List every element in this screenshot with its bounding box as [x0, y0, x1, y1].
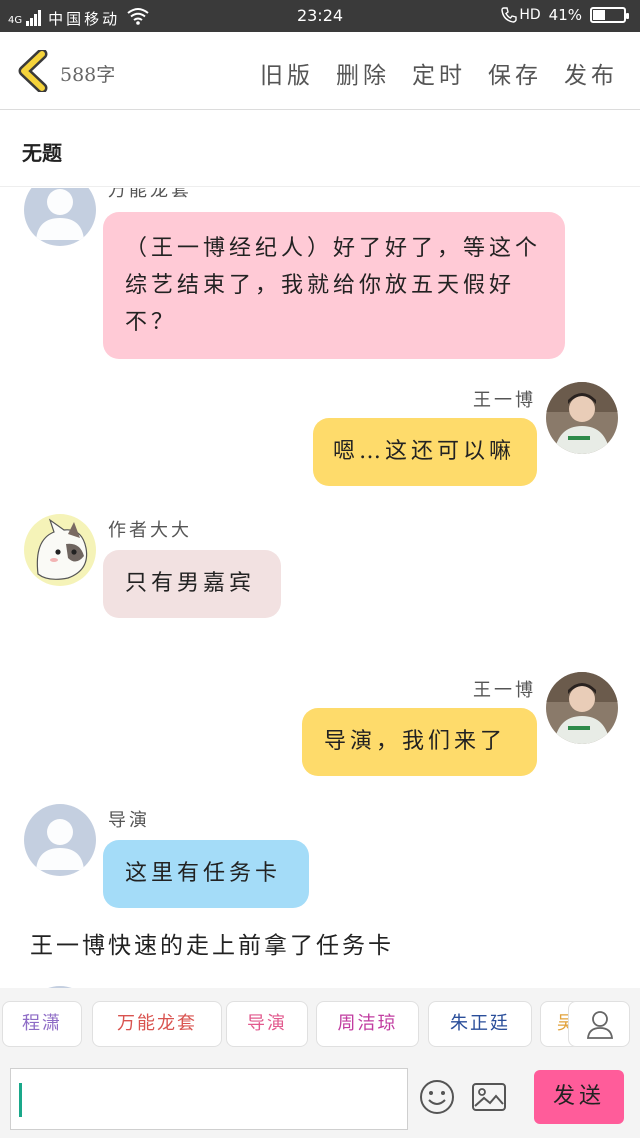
character-name: 周洁琼: [337, 1013, 398, 1034]
old-version-button[interactable]: 旧版: [260, 56, 314, 90]
message-text: （王一博经纪人）好了好了，等这个综艺结束了，我就给你放五天假好不？: [125, 236, 542, 335]
person-silhouette-icon: [36, 189, 84, 240]
chat-area[interactable]: 万能龙套 （王一博经纪人）好了好了，等这个综艺结束了，我就给你放五天假好不？ 王…: [0, 188, 640, 988]
speaker-name: 导演: [108, 810, 150, 831]
message-bubble[interactable]: 嗯…这还可以嘛: [313, 418, 537, 486]
word-count: 588字: [60, 64, 116, 86]
character-chip[interactable]: 周洁琼: [316, 1001, 419, 1047]
story-title[interactable]: 无题: [22, 137, 62, 166]
input-bar: 发送: [0, 1060, 640, 1138]
character-selector: 程潇 万能龙套 导演 周洁琼 朱正廷 吴: [0, 988, 640, 1060]
speaker-name: 万能龙套: [108, 188, 192, 201]
hd-label: HD: [519, 7, 541, 23]
character-name: 导演: [247, 1013, 287, 1034]
message-bubble[interactable]: 导演，我们来了: [302, 708, 537, 776]
speaker-name: 作者大大: [108, 520, 192, 541]
character-name: 万能龙套: [117, 1013, 197, 1034]
text-caret: [19, 1083, 22, 1117]
send-button[interactable]: 发送: [534, 1070, 624, 1124]
battery-percent: 41%: [548, 6, 582, 24]
message-text: 只有男嘉宾: [125, 571, 256, 596]
photo-avatar[interactable]: [546, 672, 618, 744]
phone-hd-icon: HD: [501, 7, 541, 23]
status-right: HD 41%: [501, 6, 629, 24]
emoji-button[interactable]: [418, 1078, 456, 1116]
emoji-icon: [420, 1080, 454, 1114]
header-actions: 旧版 删除 定时 保存 发布: [260, 56, 618, 90]
character-name: 朱正廷: [450, 1013, 510, 1034]
character-name: 程潇: [22, 1013, 62, 1034]
character-manager-button[interactable]: [568, 1001, 630, 1047]
message-text: 导演，我们来了: [324, 729, 507, 754]
battery-fill: [593, 10, 606, 20]
speaker-name: 王一博: [473, 390, 536, 411]
message-text: 这里有任务卡: [125, 861, 282, 886]
person-icon: [587, 1011, 613, 1039]
editor-header: 588字 旧版 删除 定时 保存 发布: [0, 32, 640, 110]
message-bubble[interactable]: 这里有任务卡: [103, 840, 309, 908]
schedule-button[interactable]: 定时: [412, 56, 466, 90]
message-text: 嗯…这还可以嘛: [333, 439, 516, 464]
back-icon: [18, 48, 48, 94]
message-bubble[interactable]: （王一博经纪人）好了好了，等这个综艺结束了，我就给你放五天假好不？: [103, 212, 565, 359]
status-bar: 4G 中国移动 23:24 HD 41%: [0, 0, 640, 32]
character-chip[interactable]: 程潇: [2, 1001, 82, 1047]
image-button[interactable]: [470, 1078, 508, 1116]
back-button[interactable]: [14, 48, 52, 94]
character-chip[interactable]: 导演: [226, 1001, 308, 1047]
save-button[interactable]: 保存: [488, 56, 542, 90]
image-icon: [472, 1083, 506, 1111]
person-photo-icon: [546, 382, 618, 454]
photo-avatar[interactable]: [546, 382, 618, 454]
character-chip[interactable]: 朱正廷: [428, 1001, 532, 1047]
cat-icon: [24, 514, 96, 586]
message-input-field[interactable]: [10, 1068, 408, 1130]
person-photo-icon: [546, 672, 618, 744]
delete-button[interactable]: 删除: [336, 56, 390, 90]
battery-icon: [590, 7, 629, 23]
message-input[interactable]: [11, 1069, 407, 1129]
title-bar[interactable]: 无题: [0, 111, 640, 187]
default-avatar[interactable]: [24, 188, 96, 246]
person-silhouette-icon: [36, 819, 84, 870]
narration-text[interactable]: 王一博快速的走上前拿了任务卡: [30, 926, 394, 960]
character-chip[interactable]: 万能龙套: [92, 1001, 222, 1047]
speaker-name: 王一博: [473, 680, 536, 701]
cat-avatar[interactable]: [24, 514, 96, 586]
message-bubble[interactable]: 只有男嘉宾: [103, 550, 281, 618]
publish-button[interactable]: 发布: [564, 56, 618, 90]
default-avatar[interactable]: [24, 804, 96, 876]
